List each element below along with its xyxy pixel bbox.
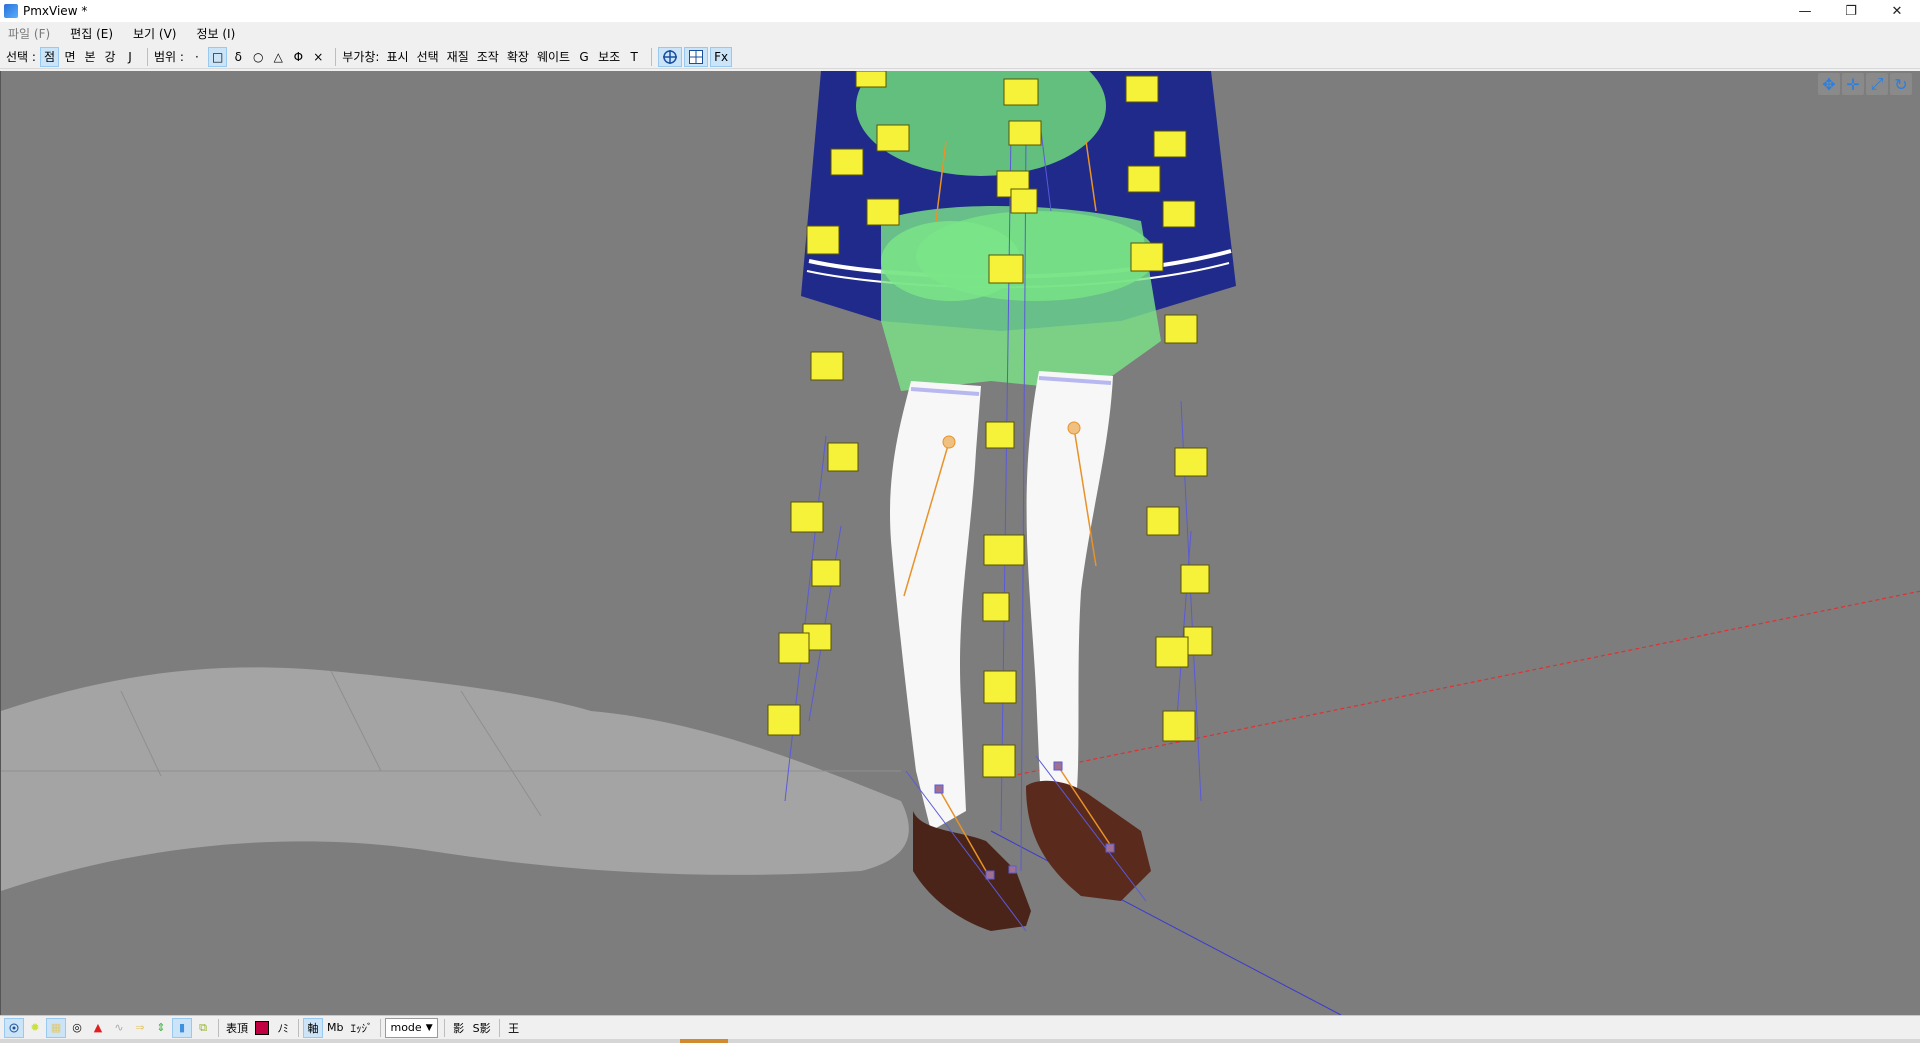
app-icon bbox=[4, 4, 18, 18]
addon-assist-button[interactable]: 보조 bbox=[595, 47, 623, 67]
mode-label: mode bbox=[390, 1021, 422, 1034]
target-icon[interactable]: ◎ bbox=[67, 1018, 87, 1038]
texture-icon[interactable]: ▦ bbox=[46, 1017, 66, 1038]
menu-view[interactable]: 보기 (V) bbox=[133, 25, 176, 42]
addon-t-button[interactable]: T bbox=[625, 47, 643, 67]
menu-info[interactable]: 정보 (I) bbox=[196, 25, 235, 42]
zoom-view-icon[interactable]: ⤢ bbox=[1866, 73, 1888, 95]
range-triangle-button[interactable]: △ bbox=[269, 47, 287, 67]
select-label: 선택 : bbox=[6, 50, 36, 64]
crosshair-icon[interactable] bbox=[658, 46, 683, 67]
statusbar-separator bbox=[298, 1018, 299, 1037]
shadow-button[interactable]: 影 bbox=[449, 1018, 469, 1038]
pan-view-icon[interactable]: ✛ bbox=[1842, 73, 1864, 95]
range-label: 범위 : bbox=[154, 50, 184, 64]
right-stocking bbox=[1026, 371, 1113, 806]
color-swatch-icon[interactable] bbox=[252, 1018, 272, 1038]
move-view-icon[interactable]: ✥ bbox=[1818, 73, 1840, 95]
range-phi-button[interactable]: Φ bbox=[289, 47, 307, 67]
grid-icon[interactable] bbox=[684, 46, 709, 67]
window-title: PmxView * bbox=[23, 4, 88, 18]
addon-material-button[interactable]: 재질 bbox=[444, 47, 472, 67]
select-joint-button[interactable]: J bbox=[121, 47, 139, 67]
bottom-toolbar: ✹ ▦ ◎ ▲ ∿ ⇒ ⇕ ▮ ⧉ 表頂 ﾉﾐ 軸 Mb ｴｯｼﾞ mode ▼… bbox=[0, 1015, 1920, 1039]
close-button[interactable]: ✕ bbox=[1874, 0, 1920, 22]
main-toolbar: 선택 : 점 면 본 강 J 범위 : · □ δ ○ △ Φ × 부가창: 표… bbox=[0, 45, 1920, 69]
minimize-button[interactable]: — bbox=[1782, 0, 1828, 22]
wave-icon[interactable]: ∿ bbox=[109, 1018, 129, 1038]
select-face-button[interactable]: 면 bbox=[61, 47, 79, 67]
rotate-view-icon[interactable]: ↻ bbox=[1890, 73, 1912, 95]
bottom-strip bbox=[0, 1039, 1920, 1043]
morph-button[interactable]: 表頂 bbox=[223, 1018, 251, 1038]
restore-button[interactable]: ❐ bbox=[1828, 0, 1874, 22]
fx-button[interactable]: Fx bbox=[710, 46, 733, 67]
self-shadow-button[interactable]: S影 bbox=[470, 1018, 494, 1038]
select-vertex-button[interactable]: 점 bbox=[39, 46, 59, 67]
script-button[interactable]: ﾉﾐ bbox=[273, 1018, 293, 1038]
chevron-down-icon: ▼ bbox=[425, 1022, 433, 1033]
light-icon[interactable]: ✹ bbox=[25, 1018, 45, 1038]
z-axis-line bbox=[990, 830, 1342, 1015]
range-circle-button[interactable]: ○ bbox=[249, 47, 267, 67]
range-point-button[interactable]: · bbox=[188, 47, 206, 67]
misc-button[interactable]: 王 bbox=[504, 1018, 524, 1038]
toolbar-separator bbox=[335, 47, 337, 66]
addon-display-button[interactable]: 표시 bbox=[383, 47, 411, 67]
floor-shadow bbox=[1, 667, 909, 891]
statusbar-separator bbox=[498, 1018, 500, 1037]
range-rect-button[interactable]: □ bbox=[207, 46, 228, 67]
scene-canvas bbox=[1, 71, 1920, 1015]
addon-g-button[interactable]: G bbox=[575, 47, 593, 67]
addon-select-button[interactable]: 선택 bbox=[414, 47, 442, 67]
menu-file[interactable]: 파일 (F) bbox=[8, 25, 50, 42]
addon-extend-button[interactable]: 확장 bbox=[504, 47, 532, 67]
triangle-icon[interactable]: ▲ bbox=[88, 1018, 108, 1038]
mode-dropdown[interactable]: mode ▼ bbox=[385, 1017, 438, 1038]
select-bone-button[interactable]: 본 bbox=[81, 47, 99, 67]
menu-edit[interactable]: 편집 (E) bbox=[70, 25, 113, 42]
left-stocking bbox=[890, 381, 981, 831]
local-button[interactable]: Mb bbox=[324, 1018, 346, 1038]
toolbar-separator bbox=[651, 47, 653, 66]
view-controls: ✥ ✛ ⤢ ↻ bbox=[1816, 73, 1912, 95]
3d-viewport[interactable]: ✥ ✛ ⤢ ↻ bbox=[0, 71, 1920, 1015]
statusbar-separator bbox=[443, 1018, 445, 1037]
edge-button[interactable]: ｴｯｼﾞ bbox=[347, 1018, 375, 1038]
statusbar-separator bbox=[218, 1018, 219, 1037]
toolbar-separator bbox=[147, 47, 148, 66]
rigid-display-icon[interactable]: ⧉ bbox=[193, 1018, 213, 1038]
x-axis-line bbox=[1010, 590, 1920, 777]
up-down-icon[interactable]: ⇕ bbox=[151, 1018, 171, 1038]
menu-bar: 파일 (F) 편집 (E) 보기 (V) 정보 (I) bbox=[0, 22, 1920, 44]
window-controls: — ❐ ✕ bbox=[1782, 0, 1920, 22]
statusbar-separator bbox=[380, 1018, 382, 1037]
addon-label: 부가창: bbox=[342, 50, 380, 64]
axis-button[interactable]: 軸 bbox=[303, 1017, 323, 1038]
addon-weight-button[interactable]: 웨이트 bbox=[534, 47, 573, 67]
vertex-display-icon[interactable] bbox=[4, 1017, 24, 1038]
title-bar: PmxView * — ❐ ✕ bbox=[0, 0, 1920, 22]
bone-display-icon[interactable]: ▮ bbox=[172, 1017, 192, 1038]
select-rigid-button[interactable]: 강 bbox=[101, 47, 119, 67]
range-clear-button[interactable]: × bbox=[309, 47, 327, 67]
range-delta-button[interactable]: δ bbox=[229, 47, 247, 67]
arrow-icon[interactable]: ⇒ bbox=[130, 1018, 150, 1038]
addon-operate-button[interactable]: 조작 bbox=[474, 47, 502, 67]
